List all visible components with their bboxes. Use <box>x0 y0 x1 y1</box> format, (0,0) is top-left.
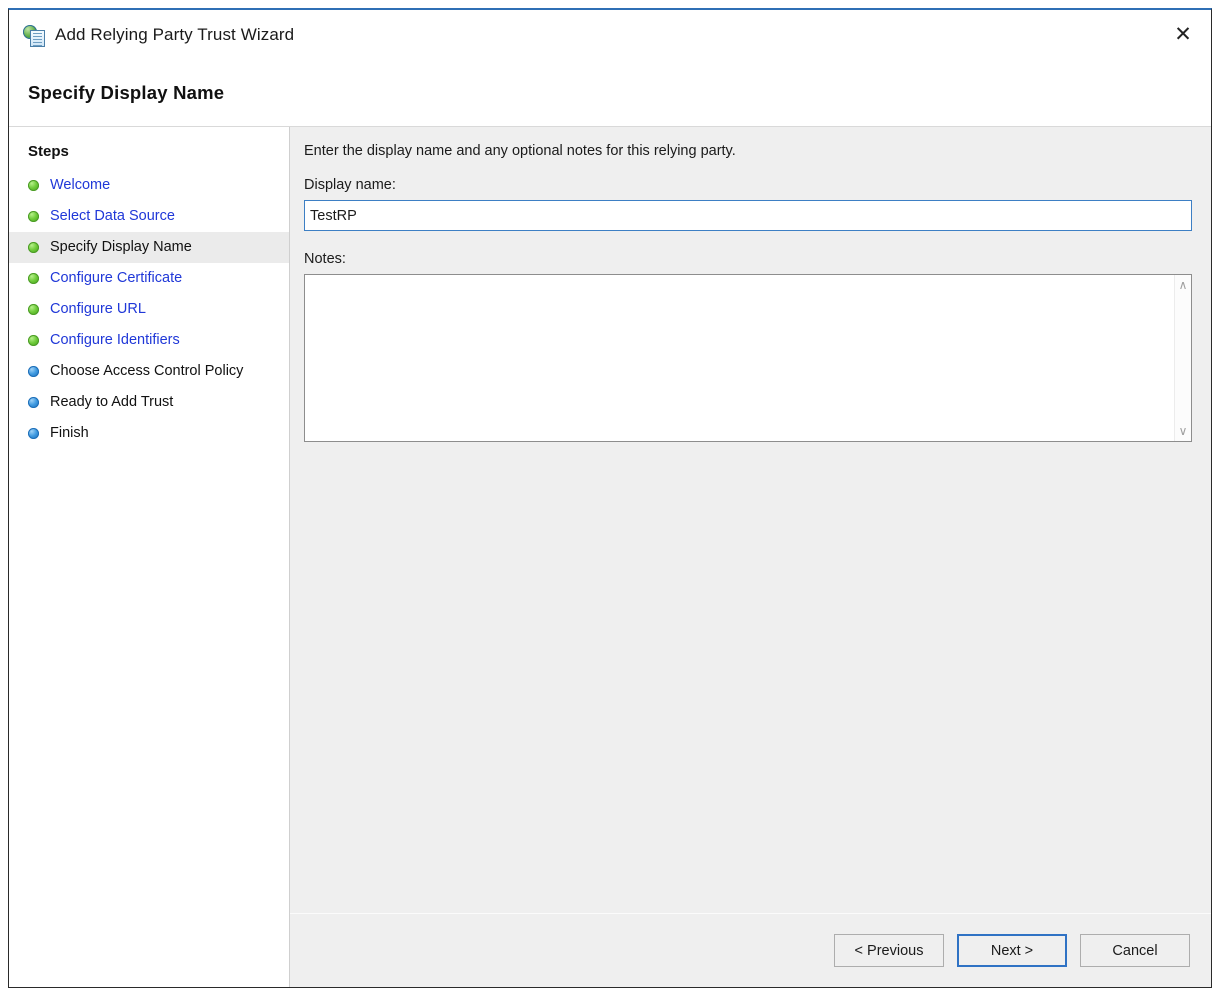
sidebar-item-ready-to-add-trust[interactable]: Ready to Add Trust <box>9 387 289 418</box>
notes-label: Notes: <box>304 251 346 267</box>
sidebar-item-label: Configure URL <box>50 301 146 317</box>
notes-field-wrapper: ∧ ∨ <box>304 274 1192 442</box>
sidebar-item-label: Select Data Source <box>50 208 175 224</box>
sidebar-item-choose-access-control-policy[interactable]: Choose Access Control Policy <box>9 356 289 387</box>
sidebar-item-label: Welcome <box>50 177 111 193</box>
page-title: Specify Display Name <box>28 82 225 103</box>
button-bar: < Previous Next > Cancel <box>290 913 1211 987</box>
sidebar-item-select-data-source[interactable]: Select Data Source <box>9 201 289 232</box>
step-status-icon <box>28 335 39 346</box>
chevron-up-icon[interactable]: ∧ <box>1179 279 1188 291</box>
notes-scrollbar[interactable]: ∧ ∨ <box>1174 275 1191 441</box>
step-status-icon <box>28 180 39 191</box>
next-button[interactable]: Next > <box>957 934 1067 967</box>
title-bar: Add Relying Party Trust Wizard ✕ <box>9 10 1211 60</box>
sidebar-item-label: Configure Identifiers <box>50 332 180 348</box>
step-status-icon <box>28 242 39 253</box>
sidebar-item-configure-identifiers[interactable]: Configure Identifiers <box>9 325 289 356</box>
steps-heading: Steps <box>28 143 69 160</box>
body: Steps Welcome Select Data Source Specify… <box>9 127 1211 987</box>
close-button[interactable]: ✕ <box>1155 10 1211 58</box>
chevron-down-icon[interactable]: ∨ <box>1179 425 1188 437</box>
sidebar-item-label: Ready to Add Trust <box>50 394 174 410</box>
close-icon: ✕ <box>1174 21 1192 46</box>
content-pane: Enter the display name and any optional … <box>290 127 1211 987</box>
sidebar-item-specify-display-name[interactable]: Specify Display Name <box>9 232 289 263</box>
sidebar-item-label: Finish <box>50 425 89 441</box>
sidebar-item-label: Configure Certificate <box>50 270 183 286</box>
sidebar-item-finish[interactable]: Finish <box>9 418 289 449</box>
sidebar-item-label: Specify Display Name <box>50 239 192 255</box>
step-status-icon <box>28 273 39 284</box>
step-status-icon <box>28 211 39 222</box>
sidebar-item-label: Choose Access Control Policy <box>50 363 244 379</box>
notes-textarea[interactable] <box>305 275 1174 441</box>
previous-button[interactable]: < Previous <box>834 934 944 967</box>
sidebar-item-configure-certificate[interactable]: Configure Certificate <box>9 263 289 294</box>
wizard-window: Add Relying Party Trust Wizard ✕ Specify… <box>8 8 1212 988</box>
relying-party-wizard-icon <box>23 24 45 47</box>
intro-text: Enter the display name and any optional … <box>304 143 736 159</box>
step-status-icon <box>28 366 39 377</box>
cancel-button[interactable]: Cancel <box>1080 934 1190 967</box>
content-inner: Enter the display name and any optional … <box>290 127 1211 913</box>
window-title: Add Relying Party Trust Wizard <box>55 25 295 44</box>
sidebar-item-configure-url[interactable]: Configure URL <box>9 294 289 325</box>
step-status-icon <box>28 304 39 315</box>
step-status-icon <box>28 428 39 439</box>
sidebar-item-welcome[interactable]: Welcome <box>9 170 289 201</box>
page-header: Specify Display Name <box>9 60 1211 127</box>
steps-sidebar: Steps Welcome Select Data Source Specify… <box>9 127 290 987</box>
display-name-input[interactable] <box>304 200 1192 231</box>
display-name-label: Display name: <box>304 177 396 193</box>
step-status-icon <box>28 397 39 408</box>
